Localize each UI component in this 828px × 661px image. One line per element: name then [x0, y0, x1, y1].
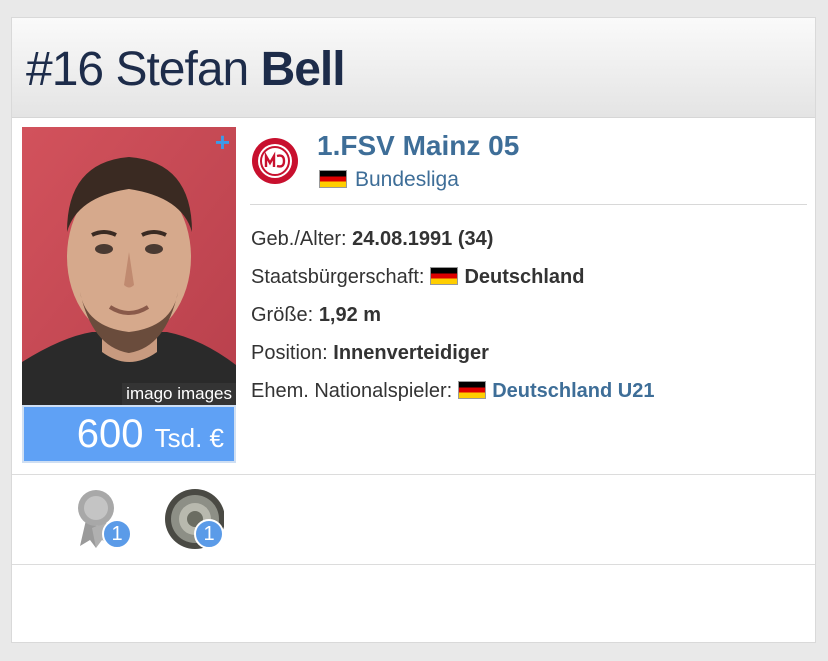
award-count-badge: 1: [194, 519, 224, 549]
market-value-unit: Tsd. €: [154, 423, 224, 453]
player-number: #16: [26, 43, 104, 96]
photo-plus-icon[interactable]: +: [215, 129, 230, 155]
player-header: #16 Stefan Bell: [12, 18, 815, 118]
player-title: #16 Stefan Bell: [26, 42, 346, 98]
national-team-link[interactable]: Deutschland U21: [492, 380, 654, 402]
citizenship-label: Staatsbürgerschaft:: [251, 266, 425, 288]
player-portrait-image: [22, 127, 236, 405]
club-name-link[interactable]: 1.FSV Mainz 05: [317, 128, 519, 164]
birth-label: Geb./Alter:: [251, 228, 347, 250]
photo-credit: imago images: [122, 383, 236, 405]
player-first-name: Stefan: [115, 43, 249, 96]
birth-row: Geb./Alter: 24.08.1991 (34): [251, 226, 493, 252]
market-value-amount: 600: [76, 412, 144, 456]
player-card: #16 Stefan Bell + imago images 600 Tsd. …: [11, 17, 816, 643]
section-divider: [12, 474, 815, 475]
league-name: Bundesliga: [355, 168, 459, 191]
position-value: Innenverteidiger: [333, 342, 489, 364]
club-logo-icon[interactable]: [251, 137, 299, 185]
player-photo[interactable]: + imago images: [22, 127, 236, 405]
national-team-row: Ehem. Nationalspieler: Deutschland U21: [251, 378, 654, 404]
award-rosette[interactable]: 1: [76, 488, 136, 552]
height-value: 1,92 m: [318, 304, 382, 326]
germany-flag-icon: [319, 169, 347, 188]
germany-flag-icon: [430, 267, 459, 286]
section-divider: [12, 564, 815, 565]
award-champion[interactable]: 1: [164, 488, 225, 552]
birth-value: 24.08.1991 (34): [352, 228, 494, 250]
height-label: Größe:: [251, 304, 314, 326]
position-row: Position: Innenverteidiger: [251, 340, 489, 366]
height-row: Größe: 1,92 m: [251, 302, 381, 328]
market-value-box[interactable]: 600 Tsd. €: [22, 405, 236, 463]
citizenship-row: Staatsbürgerschaft: Deutschland: [251, 264, 584, 290]
league-link[interactable]: Bundesliga: [319, 167, 459, 193]
germany-flag-icon: [458, 381, 487, 400]
national-label: Ehem. Nationalspieler:: [251, 380, 453, 402]
player-last-name: Bell: [260, 43, 346, 96]
position-label: Position:: [251, 342, 328, 364]
award-count-badge: 1: [102, 519, 132, 549]
citizenship-value: Deutschland: [464, 266, 585, 288]
club-divider: [250, 204, 807, 205]
